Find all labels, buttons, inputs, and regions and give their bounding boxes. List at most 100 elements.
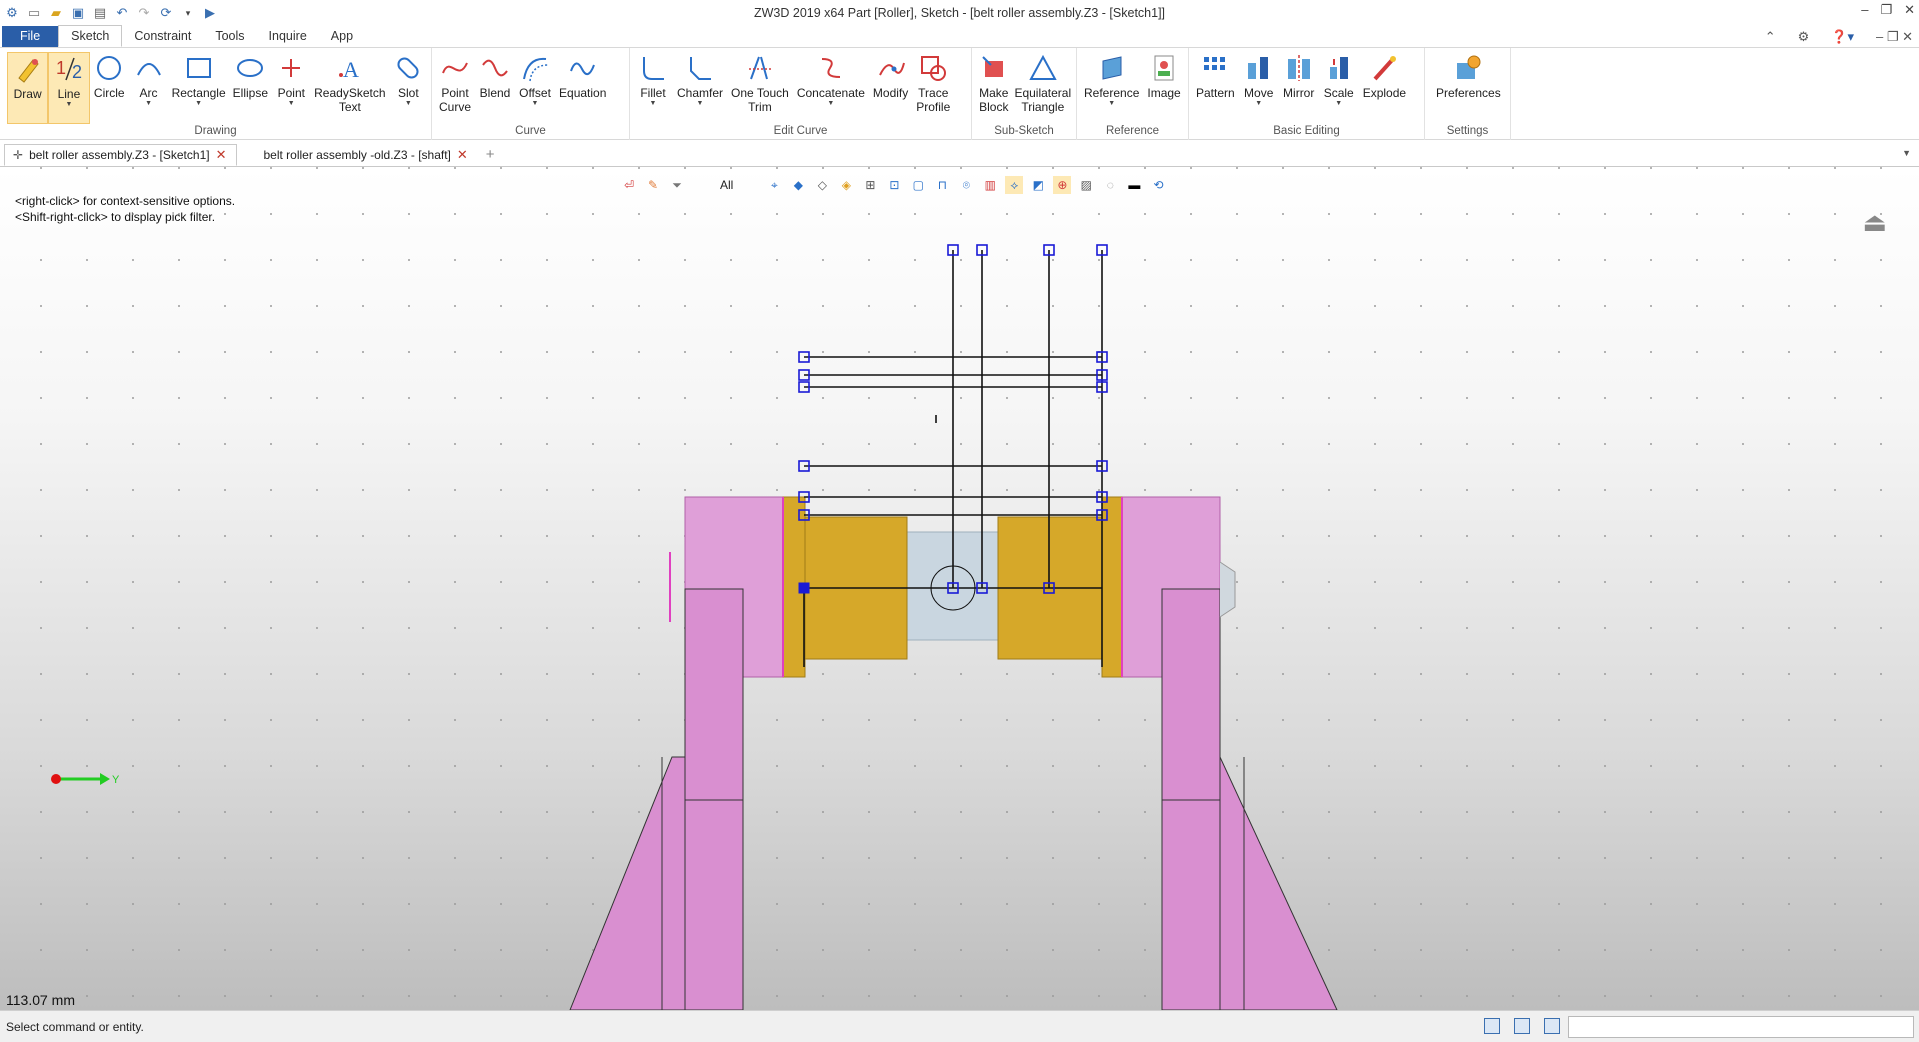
reference-button[interactable]: Reference ▼ (1080, 52, 1143, 124)
chevron-down-icon[interactable]: ▼ (827, 100, 834, 108)
settings-gear-icon[interactable]: ⚙ (1798, 29, 1810, 45)
monitor-icon[interactable] (1514, 1018, 1530, 1034)
right-support-leg (1203, 756, 1338, 1010)
restore-icon[interactable]: ❐ (1880, 2, 1892, 18)
rectangle-icon (183, 52, 215, 84)
ribbon: Draw 12 Line ▼ Circle Arc ▼ Rectangle ▼ … (0, 48, 1919, 140)
draw-button[interactable]: Draw (7, 52, 49, 124)
status-icons (1484, 1018, 1560, 1034)
command-input[interactable] (1568, 1016, 1914, 1038)
arc-button[interactable]: Arc ▼ (129, 52, 168, 124)
preferences-button[interactable]: Preferences (1432, 52, 1505, 124)
redo-icon[interactable]: ↷ (136, 5, 152, 21)
ellipse-button[interactable]: Ellipse (229, 52, 272, 124)
chevron-down-icon[interactable]: ▼ (1335, 100, 1342, 108)
close-tab-icon[interactable]: ✕ (216, 145, 227, 165)
equilateral-triangle-button[interactable]: Equilateral Triangle (1013, 52, 1073, 124)
print-icon[interactable]: ▤ (92, 5, 108, 21)
chevron-down-icon[interactable]: ▼ (288, 100, 295, 108)
rectangle-button[interactable]: Rectangle ▼ (168, 52, 229, 124)
help-area: ⌃ ⚙ ❓▾ – ❐ ✕ (1765, 29, 1913, 45)
left-support-leg (569, 756, 689, 1010)
make-block-button[interactable]: Make Block (975, 52, 1013, 124)
one-touch-trim-button[interactable]: One Touch Trim (727, 52, 793, 124)
line-button[interactable]: 12 Line ▼ (48, 52, 90, 124)
chevron-down-icon[interactable]: ▼ (532, 100, 539, 108)
svg-text:A: A (343, 57, 359, 82)
right-shaft-end (1219, 561, 1236, 618)
group-edit-curve: Fillet ▼ Chamfer ▼ One Touch Trim Concate… (630, 48, 972, 140)
pattern-button[interactable]: Pattern (1192, 52, 1239, 124)
active-point-handle[interactable] (798, 582, 810, 594)
chevron-down-icon[interactable]: ▼ (697, 100, 704, 108)
mirror-button[interactable]: Mirror (1279, 52, 1319, 124)
chevron-down-icon[interactable]: ▼ (1108, 100, 1115, 108)
group-drawing: Draw 12 Line ▼ Circle Arc ▼ Rectangle ▼ … (0, 48, 432, 140)
concatenate-button[interactable]: Concatenate ▼ (793, 52, 869, 124)
chevron-down-icon[interactable]: ▼ (195, 100, 202, 108)
list-view-icon[interactable] (1544, 1018, 1560, 1034)
chevron-down-icon[interactable]: ▼ (65, 101, 72, 109)
point-curve-button[interactable]: Point Curve (435, 52, 475, 124)
tab-inquire[interactable]: Inquire (257, 26, 319, 47)
scale-button[interactable]: Scale ▼ (1319, 52, 1359, 124)
save-icon[interactable]: ▣ (70, 5, 86, 21)
tab-list-dropdown-icon[interactable]: ▼ (1902, 148, 1911, 158)
title-bar: ⚙ ▭ ▰ ▣ ▤ ↶ ↷ ⟳ ▾ ▶ ZW3D 2019 x64 Part [… (0, 0, 1919, 26)
chevron-down-icon[interactable]: ▼ (1255, 100, 1262, 108)
tab-app[interactable]: App (319, 26, 365, 47)
equation-button[interactable]: Equation (555, 52, 610, 124)
refresh-icon[interactable]: ⟳ (158, 5, 174, 21)
chevron-down-icon[interactable]: ▼ (650, 100, 657, 108)
undo-icon[interactable]: ↶ (114, 5, 130, 21)
open-folder-icon[interactable]: ▰ (48, 5, 64, 21)
point-button[interactable]: Point ▼ (272, 52, 311, 124)
close-tab-icon[interactable]: ✕ (457, 145, 468, 165)
graphics-viewport[interactable]: <right-click> for context-sensitive opti… (0, 167, 1919, 1010)
readysketch-text-button[interactable]: A ReadySketch Text (311, 52, 389, 124)
circle-button[interactable]: Circle (90, 52, 129, 124)
collapse-ribbon-icon[interactable]: ⌃ (1765, 29, 1776, 45)
svg-text:1: 1 (56, 58, 66, 78)
axis-triad (51, 773, 110, 785)
new-file-icon[interactable]: ▭ (26, 5, 42, 21)
doc-tab-shaft[interactable]: belt roller assembly -old.Z3 - [shaft] ✕ (255, 144, 477, 166)
chevron-down-icon[interactable]: ▼ (145, 100, 152, 108)
tab-tools[interactable]: Tools (203, 26, 256, 47)
offset-button[interactable]: Offset ▼ (515, 52, 555, 124)
chamfer-button[interactable]: Chamfer ▼ (673, 52, 727, 124)
group-label-basic-editing: Basic Editing (1273, 125, 1340, 137)
run-icon[interactable]: ▶ (202, 5, 218, 21)
tab-constraint[interactable]: Constraint (122, 26, 203, 47)
circle-icon (93, 52, 125, 84)
preferences-gear-icon (1452, 52, 1484, 84)
explode-button[interactable]: Explode (1359, 52, 1410, 124)
file-menu[interactable]: File (2, 26, 59, 47)
text-a-icon: A (334, 52, 366, 84)
app-logo-icon[interactable]: ⚙ (4, 5, 20, 21)
trace-profile-button[interactable]: Trace Profile (912, 52, 954, 124)
new-tab-button[interactable]: + (478, 144, 505, 166)
close-icon[interactable]: ✕ (1904, 2, 1915, 18)
ribbon-minimize-icon[interactable]: – ❐ ✕ (1876, 29, 1913, 45)
move-button[interactable]: Move ▼ (1239, 52, 1279, 124)
layout-icon[interactable] (1484, 1018, 1500, 1034)
customize-dropdown-icon[interactable]: ▾ (180, 5, 196, 21)
mirror-icon (1283, 52, 1315, 84)
image-button[interactable]: Image (1143, 52, 1184, 124)
fillet-button[interactable]: Fillet ▼ (633, 52, 673, 124)
triangle-icon (1027, 52, 1059, 84)
chevron-down-icon[interactable]: ▼ (405, 100, 412, 108)
move-icon (1243, 52, 1275, 84)
window-title: ZW3D 2019 x64 Part [Roller], Sketch - [b… (753, 6, 1166, 20)
tab-sketch[interactable]: Sketch (58, 25, 123, 47)
slot-button[interactable]: Slot ▼ (389, 52, 428, 124)
pencil-icon (12, 53, 44, 85)
help-icon[interactable]: ❓▾ (1831, 29, 1854, 45)
modify-button[interactable]: Modify (869, 52, 912, 124)
minimize-icon[interactable]: – (1861, 2, 1868, 18)
group-sub-sketch: Make Block Equilateral Triangle Sub-Sketch (972, 48, 1077, 140)
concatenate-icon (815, 52, 847, 84)
doc-tab-sketch1[interactable]: ✛ belt roller assembly.Z3 - [Sketch1] ✕ (4, 144, 238, 166)
blend-button[interactable]: Blend (475, 52, 515, 124)
